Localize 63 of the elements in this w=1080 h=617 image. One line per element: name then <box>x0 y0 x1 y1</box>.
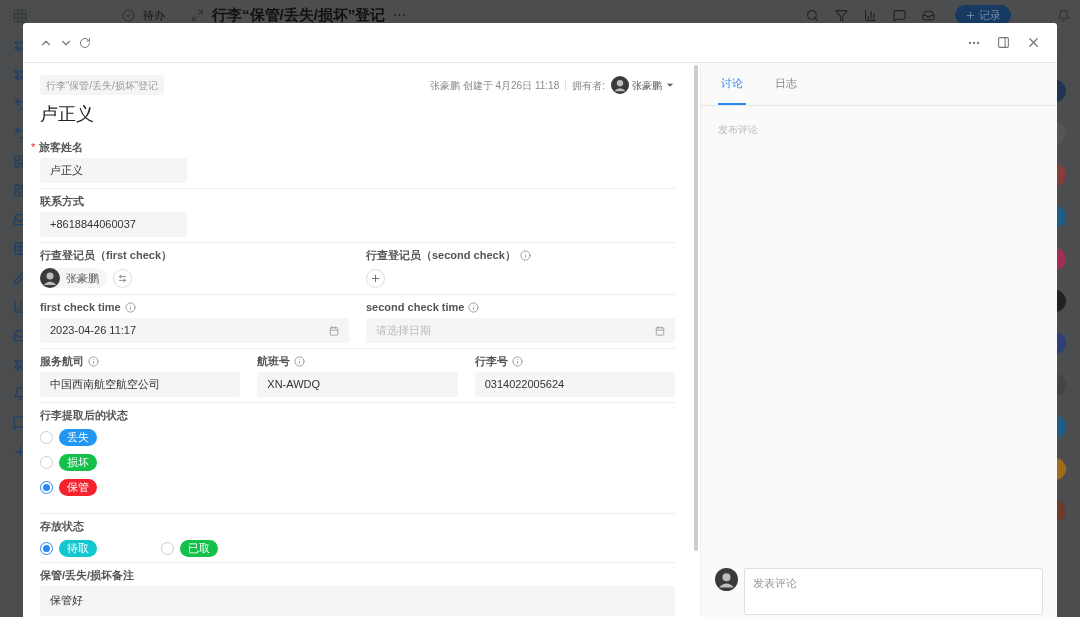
scrollbar[interactable] <box>694 65 698 551</box>
plus-icon <box>370 272 381 284</box>
input-field[interactable]: XN-AWDQ <box>257 372 458 397</box>
info-icon <box>519 249 531 261</box>
avatar-icon <box>40 268 60 288</box>
status-tag: 丢失 <box>59 428 97 446</box>
member-chip[interactable]: 张豪鹏 <box>40 268 107 288</box>
field-label: 行查登记员（second check） <box>366 247 516 263</box>
swap-icon <box>118 273 127 283</box>
close-icon <box>1026 35 1041 50</box>
created-info: 张豪鹏 创建于 4月26日 11:18 <box>429 78 560 93</box>
field-label: 行查登记员（first check） <box>40 247 173 263</box>
owner-selector[interactable]: 张豪鹏 <box>611 76 675 94</box>
breadcrumb: 行李“保管/丢失/损坏”登记 <box>40 75 165 95</box>
page-title: 行李“保管/丢失/损坏”登记 <box>212 4 386 25</box>
input-field[interactable]: 中国西南航空航空公司 <box>40 372 241 397</box>
record-title: 卢正义 <box>40 103 95 126</box>
field-label: 行李号 <box>474 353 508 369</box>
expand-icon <box>191 8 204 22</box>
refresh-icon <box>79 36 91 49</box>
caret-icon <box>665 80 675 90</box>
field-label: second check time <box>366 299 465 315</box>
text-area[interactable]: 保管好 <box>40 586 675 616</box>
owner-label: 拥有者: <box>572 78 605 93</box>
info-icon <box>511 355 523 367</box>
field-label: first check time <box>40 299 121 315</box>
tab[interactable]: 日志 <box>772 63 800 105</box>
info-icon <box>468 301 480 313</box>
avatar-icon <box>611 76 629 94</box>
calendar-icon <box>655 325 665 336</box>
field-label: 行李提取后的状态 <box>40 407 128 423</box>
input-field[interactable]: 卢正义 <box>40 158 187 183</box>
tab[interactable]: 讨论 <box>718 63 746 105</box>
plus-icon <box>965 9 976 21</box>
radio-button[interactable] <box>40 430 53 444</box>
status-tag: 损坏 <box>59 453 97 471</box>
panel-icon <box>997 36 1010 49</box>
info-icon <box>294 355 306 367</box>
required-mark: * <box>31 139 36 155</box>
status-tag: 保管 <box>59 478 97 496</box>
field-label: 联系方式 <box>40 193 84 209</box>
field-label: 旅客姓名 <box>39 139 84 155</box>
side-panel-button[interactable] <box>997 36 1010 49</box>
status-tag: 待取 <box>59 539 97 557</box>
refresh-button[interactable] <box>79 36 91 49</box>
check-circle-icon <box>122 8 135 22</box>
radio-button[interactable] <box>161 541 174 555</box>
field-label: 服务航司 <box>40 353 84 369</box>
radio-button[interactable] <box>40 541 53 555</box>
info-icon <box>124 301 136 313</box>
radio-button[interactable] <box>40 480 53 494</box>
calendar-icon <box>329 325 339 336</box>
avatar-icon <box>715 568 738 591</box>
input-field[interactable]: +8618844060037 <box>40 212 187 237</box>
date-field[interactable]: 2023-04-26 11:17 <box>40 318 349 343</box>
radio-button[interactable] <box>40 455 53 469</box>
info-icon <box>88 355 99 367</box>
field-label: 保管/丢失/损坏备注 <box>40 567 135 583</box>
field-label: 存放状态 <box>40 518 84 534</box>
field-label: 航班号 <box>257 353 291 369</box>
input-field[interactable]: 0314022005624 <box>474 372 675 397</box>
close-button[interactable] <box>1026 35 1041 50</box>
status-tag: 已取 <box>180 539 218 557</box>
